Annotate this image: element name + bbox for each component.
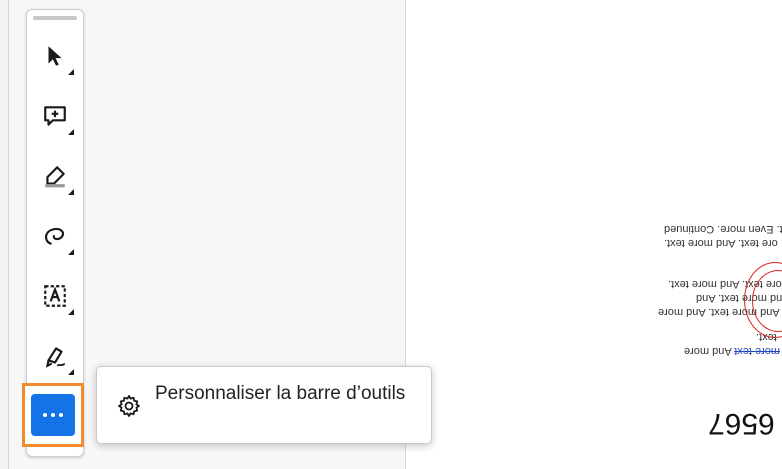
select-arrow-icon (48, 46, 62, 66)
add-comment-icon (44, 106, 66, 126)
sign-tool-button[interactable] (33, 334, 77, 378)
struck-text: more text (734, 345, 781, 357)
text-box-tool-button[interactable] (33, 274, 77, 318)
more-dots-icon (43, 413, 63, 417)
signature-pen-icon (45, 347, 66, 368)
tool-options-indicator (68, 249, 74, 255)
tool-options-indicator (68, 129, 74, 135)
document-text-fragment: And more (684, 345, 732, 357)
left-edge-strip (0, 0, 9, 469)
more-tools-menu: Personnaliser la barre d’outils (96, 366, 432, 444)
more-tools-focus-ring (22, 383, 84, 447)
highlight-pen-icon (45, 166, 65, 188)
gear-icon (118, 395, 140, 417)
page-number: 6567 (708, 407, 775, 440)
toolbar-drag-handle[interactable] (33, 16, 77, 20)
freehand-draw-icon (44, 227, 65, 245)
tool-options-indicator (68, 69, 74, 75)
select-tool-button[interactable] (33, 34, 77, 78)
customize-toolbar-menu-item[interactable]: Personnaliser la barre d’outils (97, 367, 431, 443)
document-view[interactable]: e text. Even more. Continued ore text. A… (406, 0, 782, 469)
text-box-icon (44, 285, 66, 307)
tool-options-indicator (68, 309, 74, 315)
draw-tool-button[interactable] (33, 214, 77, 258)
customize-toolbar-label: Personnaliser la barre d’outils (155, 383, 406, 404)
highlight-tool-button[interactable] (33, 154, 77, 198)
more-tools-button[interactable] (31, 394, 75, 436)
add-comment-tool-button[interactable] (33, 94, 77, 138)
tool-options-indicator (68, 369, 74, 375)
document-text-line: ore text. And more text. (664, 237, 778, 249)
document-text-line: e text. Even more. Continued (664, 223, 782, 235)
document-text-line: more text And more (684, 345, 780, 357)
tool-options-indicator (68, 189, 74, 195)
